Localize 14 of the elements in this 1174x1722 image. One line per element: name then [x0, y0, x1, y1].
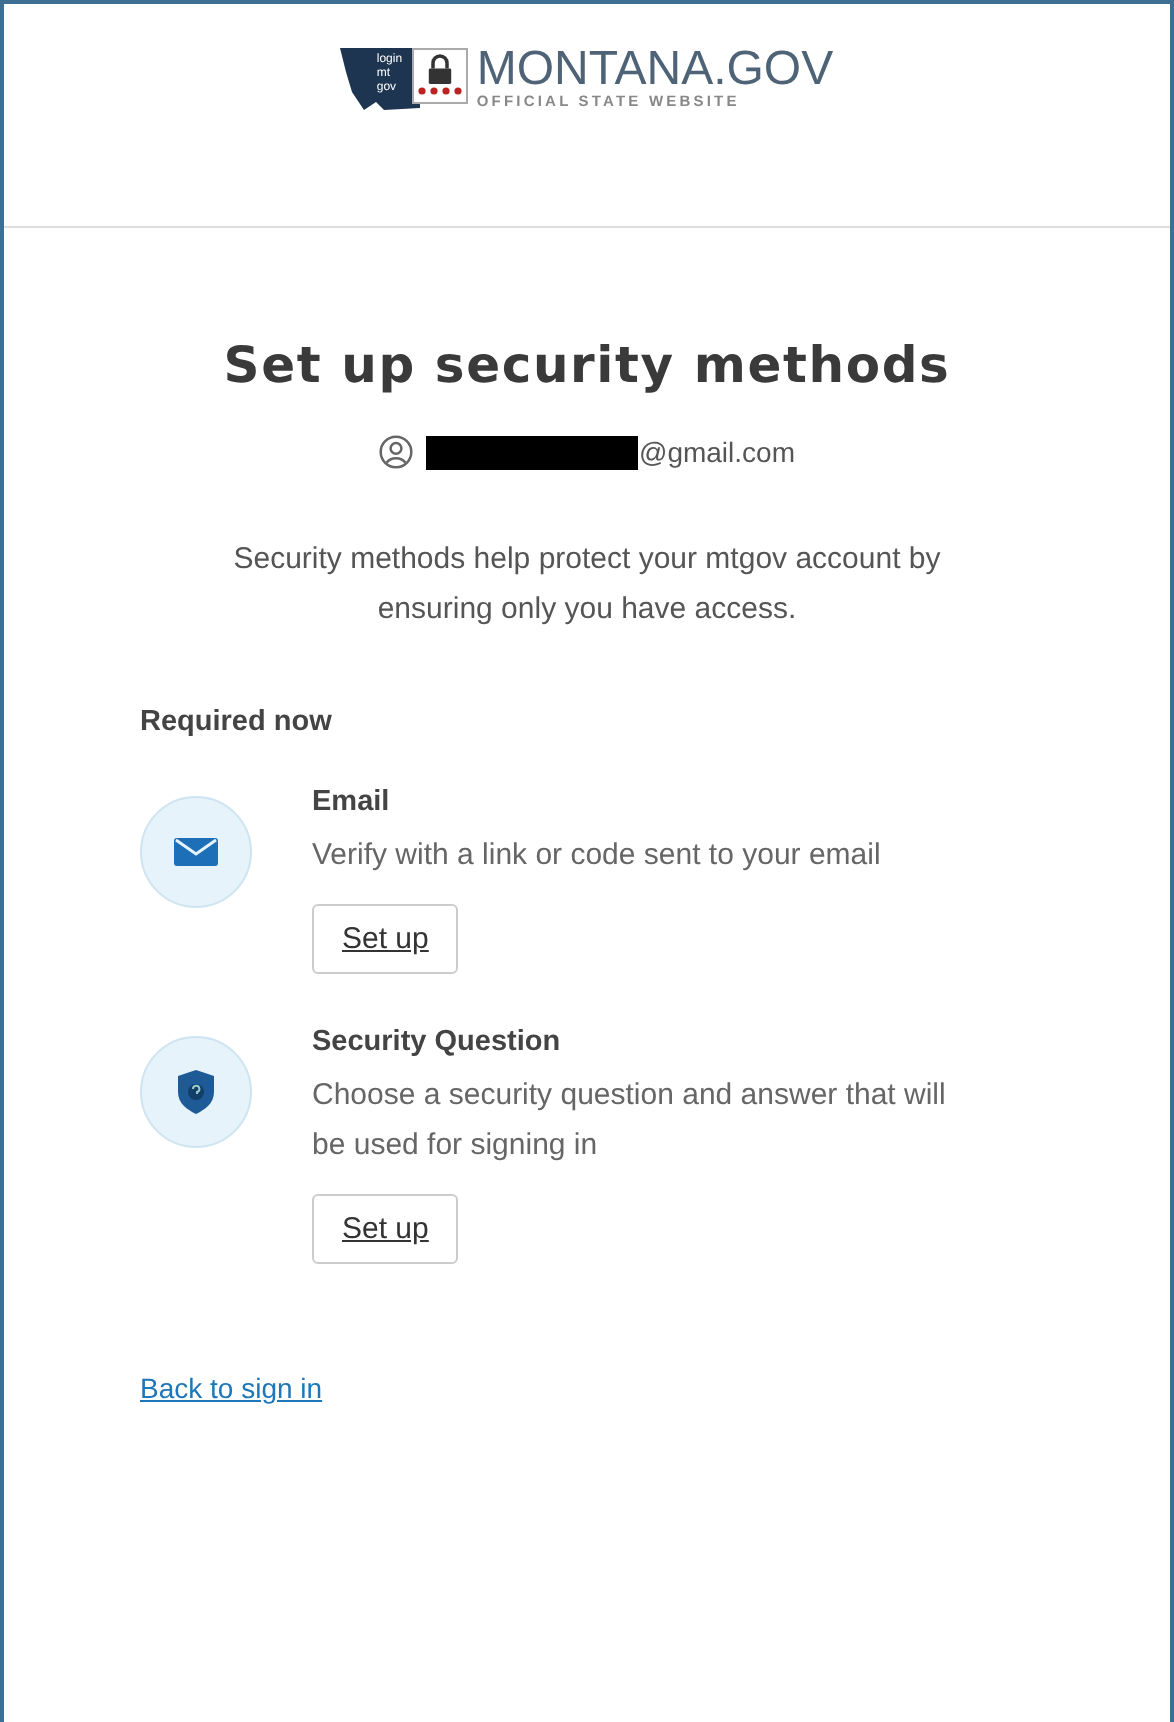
method-title: Email	[312, 786, 392, 818]
method-title: Security Question	[312, 1026, 563, 1058]
section-label: Required now	[140, 706, 334, 738]
set-up-button[interactable]: Set up	[312, 904, 459, 974]
method-description: Verify with a link or code sent to your email	[312, 836, 883, 876]
method-description: Choose a security question and answer that will be used for signing in	[312, 1076, 948, 1166]
logo-name: MONTANA.GOV	[476, 48, 834, 92]
set-up-button[interactable]: Set up	[312, 1194, 459, 1264]
back-to-sign-in-link[interactable]: Back to sign in	[140, 1372, 323, 1404]
intro-text: Security methods help protect your mtgov account by ensuring only you have access.	[231, 540, 943, 630]
padlock-icon	[412, 48, 469, 104]
page-title: Set up security methods	[221, 336, 953, 394]
account-email: @gmail.com	[638, 436, 795, 468]
user-icon	[378, 434, 415, 470]
